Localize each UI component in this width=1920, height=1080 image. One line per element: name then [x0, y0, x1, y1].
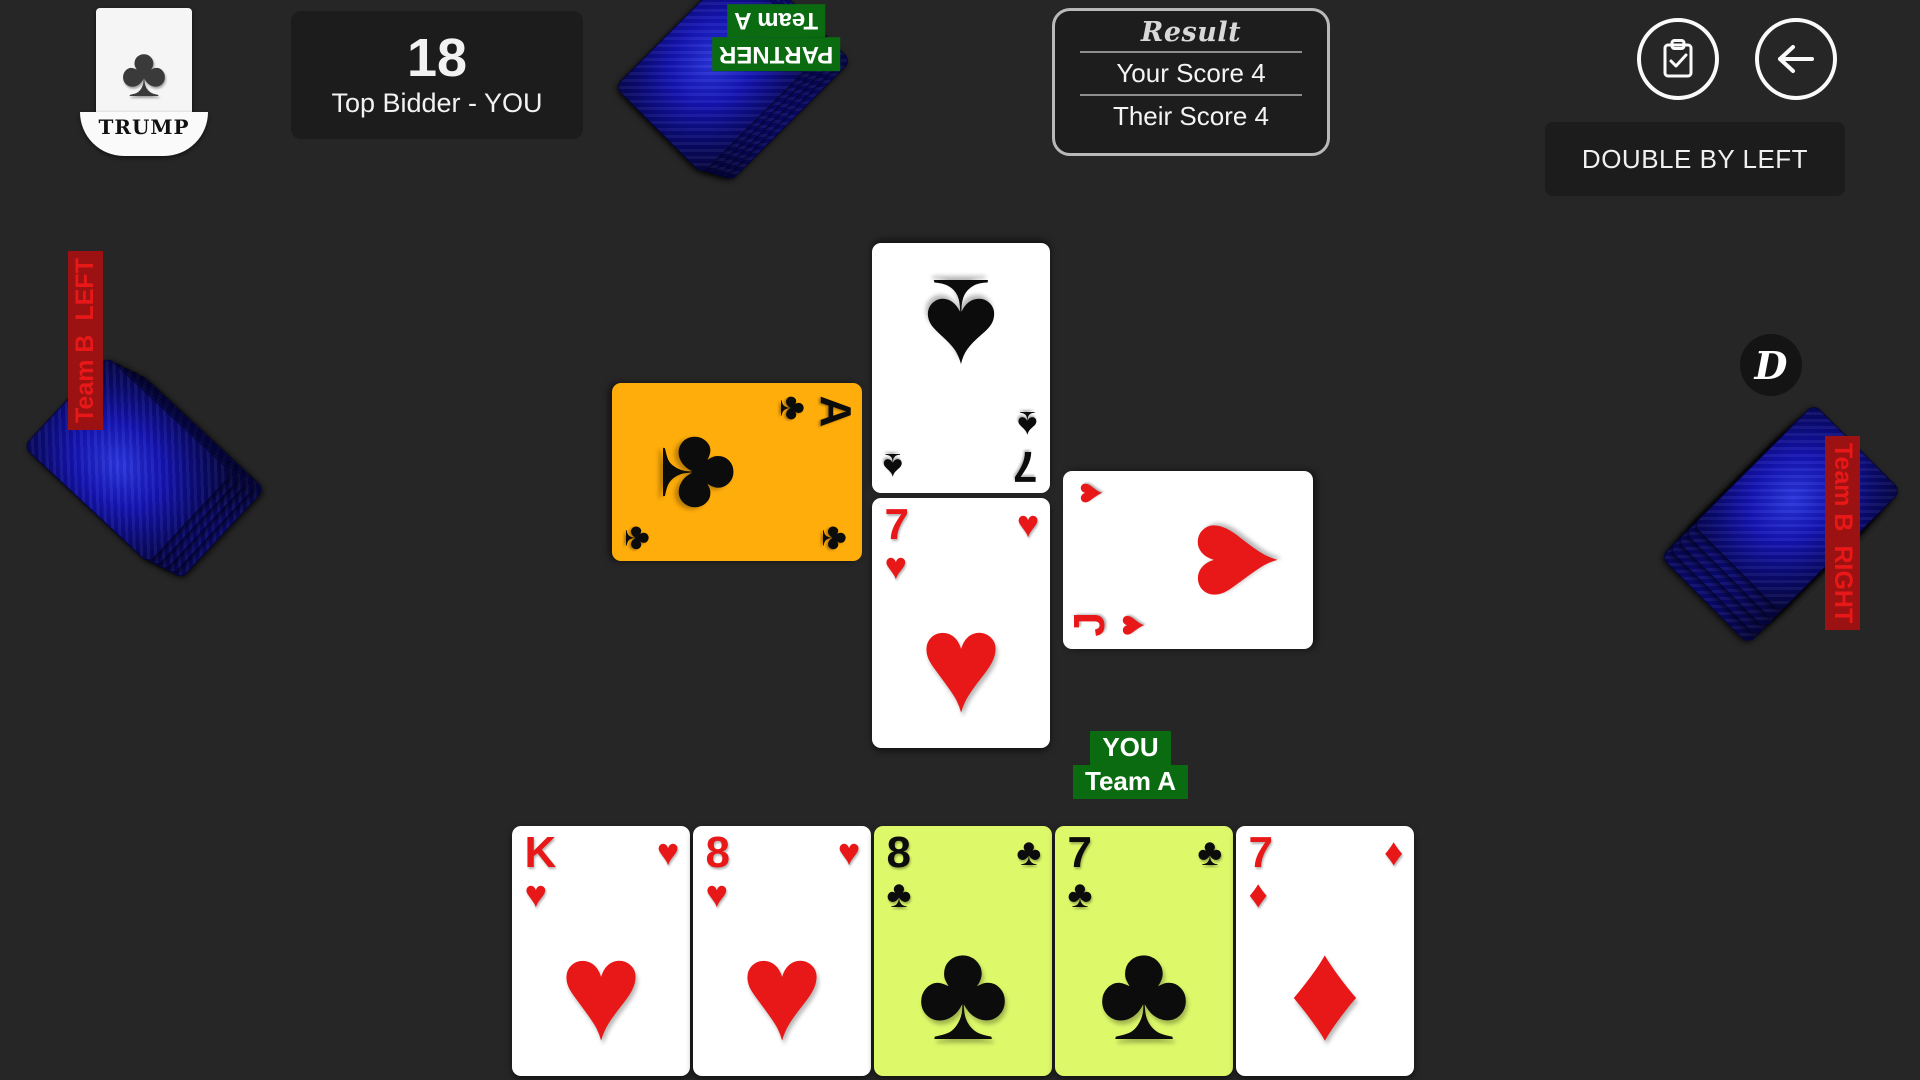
card-pip-ul: ♣ [1067, 874, 1093, 916]
card-pip-tr: ♥ [1068, 481, 1111, 505]
card-pip-tr: ♦ [1383, 831, 1404, 874]
left-player-name-label: LEFT [68, 251, 103, 328]
right-player-card-stack [1655, 380, 1915, 660]
trick-card-top: 7 ♠ ♠ ♠ [872, 243, 1050, 493]
you-team-label: Team A [1073, 764, 1189, 799]
trick-card-right: J ♥ ♥ ♥ [1063, 471, 1313, 649]
card-pip-ul: ♦ [1248, 874, 1268, 916]
you-name-label: YOU [1090, 731, 1171, 765]
hand-card-4[interactable]: 7 ♦ ♦ ♦ [1236, 826, 1414, 1076]
status-notice-text: DOUBLE BY LEFT [1581, 143, 1809, 174]
right-player-labels: Team B RIGHT [1825, 436, 1860, 631]
their-score-row: Their Score 4 [1112, 101, 1270, 131]
trump-ribbon: TRUMP [80, 112, 208, 156]
partner-team-label: Team A [727, 4, 826, 38]
card-rank: K [524, 828, 557, 877]
card-center-suit: ♦ [1289, 912, 1361, 1069]
back-arrow-icon [1778, 45, 1814, 73]
card-pip-tr: ♥ [1016, 503, 1040, 546]
card-pip-tr: ♣ [814, 525, 857, 551]
scoreboard-button[interactable] [1637, 18, 1719, 100]
trump-indicator[interactable]: ♣ TRUMP [80, 0, 208, 165]
trick-card-bottom: 7 ♥ ♥ ♥ [872, 498, 1050, 748]
hand-card-0[interactable]: K ♥ ♥ ♥ [512, 826, 690, 1076]
card-center-suit: ♥ [740, 912, 824, 1069]
hand-card-1[interactable]: 8 ♥ ♥ ♥ [693, 826, 871, 1076]
partner-name-label: PARTNER [712, 37, 841, 72]
card-rank: A [811, 395, 860, 428]
card-rank: 7 [1067, 828, 1092, 877]
partner-labels: PARTNER Team A [712, 4, 841, 72]
left-player-card-stack [22, 330, 272, 590]
card-center-suit: ♥ [559, 912, 643, 1069]
divider [1080, 94, 1302, 96]
card-pip-tr: ♠ [882, 445, 903, 488]
card-pip-tr: ♥ [656, 831, 680, 874]
trump-label: TRUMP [98, 115, 190, 139]
card-center-suit: ♥ [1149, 518, 1306, 602]
card-pip-ul: ♥ [1111, 613, 1153, 637]
card-pip-ul: ♠ [1017, 403, 1038, 445]
clubs-icon: ♣ [121, 33, 167, 111]
card-pip-tr: ♣ [1197, 831, 1223, 874]
you-labels: YOU Team A [1073, 731, 1189, 799]
game-board: ♣ TRUMP 18 Top Bidder - YOU PARTNER Team… [0, 0, 1920, 1080]
card-pip-ul: ♥ [524, 874, 548, 916]
bid-value: 18 [406, 27, 468, 88]
card-pip-ul: ♣ [886, 874, 912, 916]
right-player-name-label: RIGHT [1825, 538, 1860, 631]
card-rank: J [1065, 612, 1114, 637]
card-rank: 8 [705, 828, 730, 877]
trick-card-left: A ♣ ♣ ♣ ♣ [612, 383, 862, 561]
your-score-row: Your Score 4 [1116, 58, 1266, 88]
card-center-suit: ♣ [637, 433, 769, 511]
card-center-suit: ♣ [917, 912, 1009, 1069]
card-rank: 7 [1013, 442, 1038, 491]
left-player-labels: Team B LEFT [68, 251, 103, 430]
hand-card-3[interactable]: 7 ♣ ♣ ♣ [1055, 826, 1233, 1076]
bid-label: Top Bidder - YOU [331, 88, 543, 119]
hand-card-2[interactable]: 8 ♣ ♣ ♣ [874, 826, 1052, 1076]
card-center-suit: ♠ [923, 250, 999, 407]
card-pip-ul: ♥ [884, 546, 908, 588]
card-center-suit: ♥ [919, 584, 1003, 741]
status-notice: DOUBLE BY LEFT [1545, 122, 1845, 196]
card-rank: 7 [1248, 828, 1273, 877]
clipboard-check-icon [1663, 39, 1693, 78]
card-pip-tr: ♣ [1016, 831, 1042, 874]
divider [1080, 51, 1302, 53]
dealer-badge: D [1740, 334, 1802, 396]
back-button[interactable] [1755, 18, 1837, 100]
left-player-team-label: Team B [68, 327, 103, 430]
card-rank: 7 [884, 500, 909, 549]
right-player-team-label: Team B [1825, 436, 1860, 539]
dealer-badge-letter: D [1754, 342, 1788, 388]
card-pip-ul: ♥ [705, 874, 729, 916]
card-rank: 8 [886, 828, 911, 877]
result-panel: Result Your Score 4 Their Score 4 [1052, 8, 1330, 156]
card-pip-ul: ♣ [772, 395, 814, 421]
card-center-suit: ♣ [1098, 912, 1190, 1069]
result-title: Result [1140, 17, 1242, 48]
card-pip-tr: ♥ [837, 831, 861, 874]
top-bidder-panel: 18 Top Bidder - YOU [291, 11, 583, 139]
